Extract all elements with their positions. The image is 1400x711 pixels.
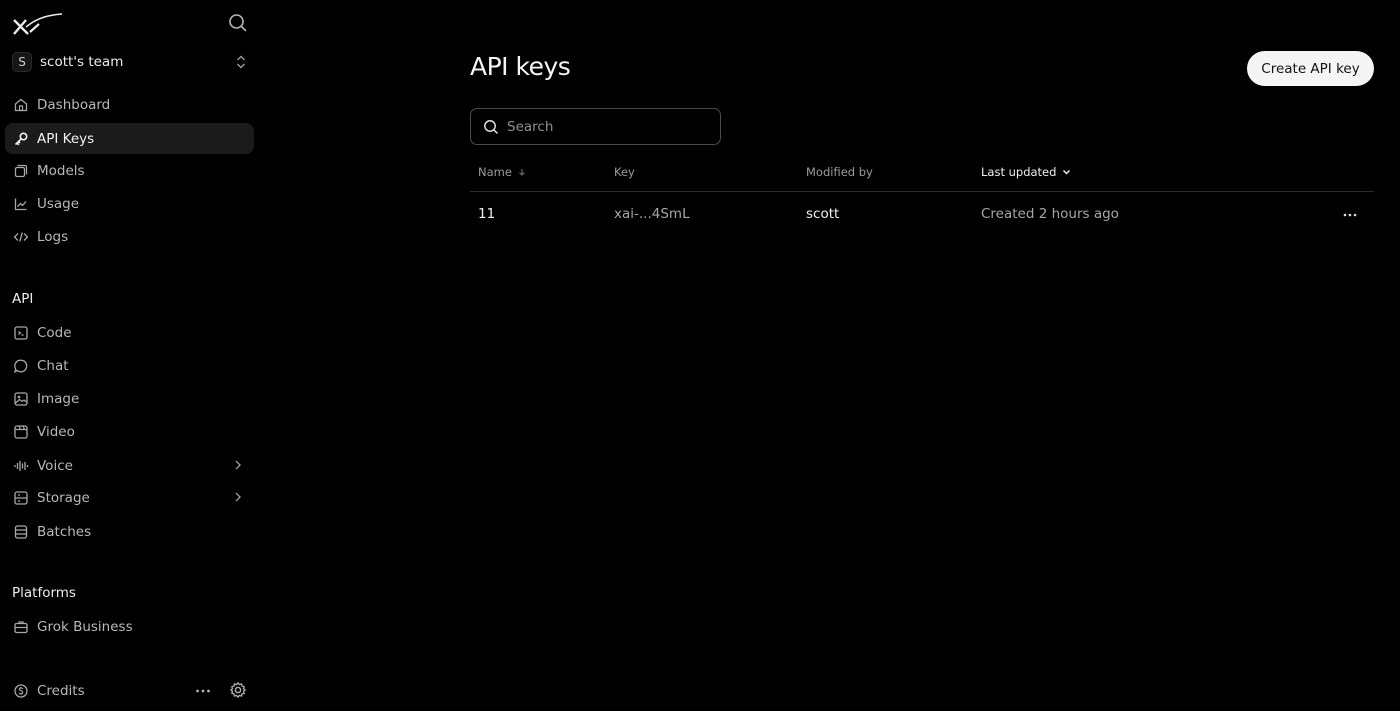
team-name: scott's team: [40, 54, 124, 70]
column-header-label: Modified by: [806, 165, 873, 179]
sidebar-item-label: Storage: [37, 489, 90, 506]
row-actions-icon[interactable]: [1342, 208, 1358, 222]
sidebar-item-voice[interactable]: Voice: [5, 450, 254, 481]
cell-modified-by: scott: [806, 206, 840, 222]
sidebar-item-chat[interactable]: Chat: [5, 350, 254, 381]
sidebar-item-dashboard[interactable]: Dashboard: [5, 89, 254, 120]
section-title-platforms: Platforms: [12, 585, 76, 601]
chevron-right-icon: [235, 492, 241, 502]
section-title-api: API: [12, 291, 34, 307]
team-switcher[interactable]: S scott's team: [12, 50, 252, 74]
database-icon: [14, 524, 28, 539]
chevron-updown-icon: [237, 55, 245, 69]
image-icon: [14, 391, 28, 406]
cell-last-updated: Created 2 hours ago: [981, 206, 1119, 222]
table-header-divider: [470, 191, 1374, 192]
credits-label: Credits: [37, 682, 85, 699]
code-icon: [13, 231, 29, 242]
sidebar-item-storage[interactable]: Storage: [5, 482, 254, 513]
sidebar-item-api-keys[interactable]: API Keys: [5, 123, 254, 154]
chevron-down-icon: [1063, 169, 1071, 175]
home-icon: [14, 98, 28, 111]
sidebar-item-label: Image: [37, 390, 80, 407]
column-header-key: Key: [614, 165, 635, 179]
sidebar-item-label: Dashboard: [37, 96, 111, 113]
sort-arrow-down-icon: [519, 169, 525, 176]
sidebar-item-label: API Keys: [37, 130, 95, 147]
cell-name: 11: [478, 206, 496, 222]
column-header-modified-by: Modified by: [806, 165, 873, 179]
sidebar-item-label: Code: [37, 324, 72, 341]
sidebar-item-image[interactable]: Image: [5, 383, 254, 414]
cube-icon: [14, 164, 28, 177]
audio-wave-icon: [14, 460, 29, 471]
sidebar-item-label: Usage: [37, 195, 80, 212]
page-title: API keys: [470, 52, 571, 81]
create-api-key-button[interactable]: Create API key: [1247, 51, 1374, 86]
sidebar: S scott's team Dashboard API Keys Models: [0, 0, 262, 711]
video-icon: [14, 424, 28, 439]
sidebar-item-label: Batches: [37, 523, 92, 540]
cell-key: xai-...4SmL: [614, 206, 690, 222]
sidebar-item-usage[interactable]: Usage: [5, 188, 254, 219]
sidebar-item-code[interactable]: Code: [5, 317, 254, 348]
team-avatar: S: [12, 52, 32, 72]
search-icon: [484, 119, 499, 134]
sidebar-item-grok-business[interactable]: Grok Business: [5, 611, 254, 642]
sidebar-item-models[interactable]: Models: [5, 155, 254, 186]
sidebar-item-label: Voice: [37, 457, 73, 474]
xai-logo[interactable]: [12, 12, 64, 36]
storage-icon: [14, 490, 28, 505]
sidebar-item-label: Chat: [37, 357, 69, 374]
sidebar-item-logs[interactable]: Logs: [5, 221, 254, 252]
search-icon[interactable]: [228, 13, 248, 33]
briefcase-icon: [14, 620, 28, 633]
sidebar-item-label: Grok Business: [37, 618, 133, 635]
search-box[interactable]: [470, 108, 721, 145]
gear-icon[interactable]: [229, 681, 247, 699]
search-input[interactable]: [507, 118, 707, 135]
chart-line-icon: [14, 198, 27, 210]
more-horizontal-icon[interactable]: [194, 683, 212, 699]
sidebar-item-label: Models: [37, 162, 85, 179]
chevron-right-icon: [235, 460, 241, 470]
sidebar-item-video[interactable]: Video: [5, 416, 254, 447]
sidebar-item-label: Logs: [37, 228, 69, 245]
code-square-icon: [14, 325, 28, 340]
column-header-label: Last updated: [981, 165, 1057, 179]
chat-bubble-icon: [13, 359, 28, 373]
dollar-circle-icon: [14, 683, 28, 698]
column-header-label: Key: [614, 165, 635, 179]
column-header-name[interactable]: Name: [478, 165, 526, 179]
column-header-last-updated[interactable]: Last updated: [981, 165, 1071, 179]
sidebar-item-batches[interactable]: Batches: [5, 516, 254, 547]
key-icon: [14, 131, 28, 145]
sidebar-item-label: Video: [37, 423, 75, 440]
sidebar-item-credits[interactable]: Credits: [5, 675, 185, 706]
column-header-label: Name: [478, 165, 512, 179]
